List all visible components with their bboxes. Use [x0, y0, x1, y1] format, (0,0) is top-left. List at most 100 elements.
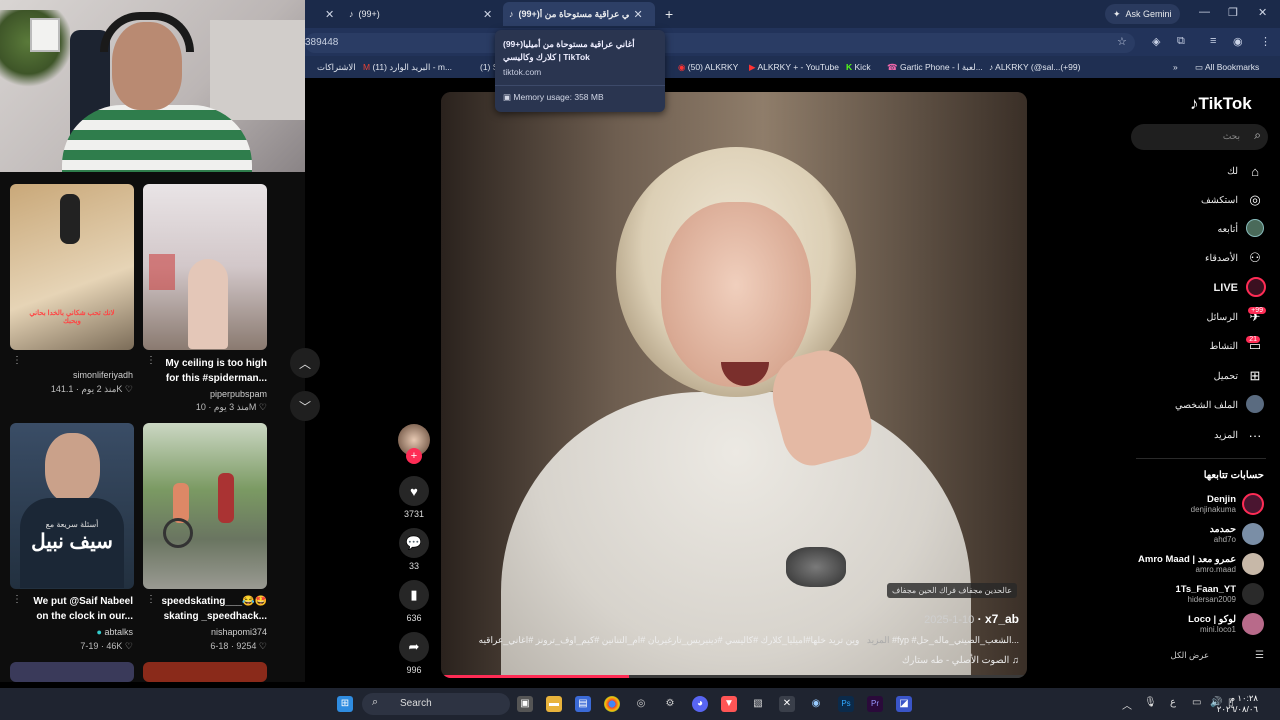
more-link[interactable]: المزيد: [867, 635, 890, 645]
see-all-button[interactable]: عرض الكل ☰: [1171, 650, 1264, 661]
media-controls-icon[interactable]: ≡: [1210, 35, 1216, 47]
following-account[interactable]: Loco | لوكو mini.loco1: [1188, 613, 1264, 635]
card-username[interactable]: ● abtalks: [97, 627, 133, 637]
tab-close-prev[interactable]: ✕: [325, 4, 334, 24]
taskbar-clock[interactable]: ١٠:٢٨ م ٢٠٢٦/٠٨/٠٦: [1217, 693, 1258, 715]
nav-item-upload[interactable]: تحميل ⊞: [1214, 367, 1264, 385]
premiere-icon[interactable]: Pr: [867, 696, 883, 712]
chrome-menu-icon[interactable]: ⋮: [1260, 35, 1271, 48]
profile-avatar-icon[interactable]: ◉: [1233, 35, 1243, 48]
extension-icon-1[interactable]: ◈: [1152, 35, 1160, 48]
video-sound[interactable]: الصوت الأصلي - طه ستارك ♫: [902, 655, 1019, 666]
card-caption-2[interactable]: on the clock in our...: [36, 610, 133, 624]
store-icon[interactable]: ▤: [575, 696, 591, 712]
microphone-icon[interactable]: 🎙: [1144, 697, 1157, 708]
tiktok-icon: ♪: [989, 62, 994, 72]
video-progress-bar[interactable]: [441, 675, 1027, 678]
address-bar[interactable]: 389448: [305, 33, 1135, 53]
capcut-icon[interactable]: ✕: [779, 696, 795, 712]
card-caption-2[interactable]: skating _speedhack...: [164, 610, 267, 624]
close-window-button[interactable]: ✕: [1258, 6, 1267, 19]
restore-button[interactable]: ❐: [1228, 6, 1238, 19]
following-account[interactable]: Amro Maad | عمرو معد amro.maad: [1138, 553, 1264, 575]
photoshop-icon[interactable]: Ps: [838, 696, 854, 712]
video-thumbnail[interactable]: [143, 423, 267, 589]
extensions-puzzle-icon[interactable]: ⧉: [1177, 35, 1185, 48]
new-tab-button[interactable]: +: [665, 4, 673, 24]
more-options-icon[interactable]: ⋮: [12, 355, 22, 366]
bookmark-item[interactable]: ◉ (50) ALKRKY: [678, 62, 738, 73]
more-options-icon[interactable]: ⋮: [12, 594, 22, 605]
card-username[interactable]: simonliferiyadh: [73, 370, 133, 380]
next-video-button[interactable]: ﹀: [290, 391, 320, 421]
nav-item-following[interactable]: أتابعه: [1218, 218, 1264, 238]
app-icon-3[interactable]: ◪: [896, 696, 912, 712]
tab-close-button[interactable]: ✕: [483, 4, 492, 24]
tab-close-icon[interactable]: ✕: [634, 8, 643, 21]
search-input[interactable]: بحث ⌕: [1131, 124, 1268, 150]
save-button[interactable]: ▮ 636: [398, 580, 430, 623]
bookmark-item[interactable]: K Kick: [846, 62, 871, 72]
ask-gemini-button[interactable]: ✦ Ask Gemini: [1105, 4, 1180, 24]
video-thumbnail[interactable]: لانك تحب شكاني بالخدا بحاني وبحبك: [10, 184, 134, 350]
obs-icon[interactable]: ◎: [633, 696, 649, 712]
minimize-button[interactable]: —: [1199, 6, 1210, 18]
nav-item-for-you[interactable]: لك ⌂: [1227, 162, 1264, 180]
steam-icon[interactable]: ◉: [808, 696, 824, 712]
bookmark-item[interactable]: ♪ ALKRKY (@sal...(+99): [989, 62, 1080, 72]
language-indicator[interactable]: ع: [1170, 697, 1176, 708]
task-view-icon[interactable]: ▣: [517, 696, 533, 712]
search-icon[interactable]: ⌕: [1254, 128, 1261, 143]
brave-icon[interactable]: ▼: [721, 696, 737, 712]
nav-item-profile[interactable]: الملف الشخصي: [1175, 394, 1264, 414]
bookmark-item[interactable]: M (11) البريد الوارد - m...: [363, 62, 452, 73]
creator-avatar-button[interactable]: +: [398, 424, 430, 466]
nav-item-explore[interactable]: استكشف ◎: [1201, 191, 1264, 209]
card-username[interactable]: nishapomi374: [211, 627, 267, 637]
more-options-icon[interactable]: ⋮: [146, 594, 156, 605]
comment-button[interactable]: 💬 33: [398, 528, 430, 571]
video-thumbnail[interactable]: [143, 184, 267, 350]
taskbar-search[interactable]: ⌕ Search: [362, 693, 510, 715]
chrome-icon[interactable]: [604, 696, 620, 712]
bookmark-star-icon[interactable]: ☆: [1117, 35, 1127, 48]
video-player[interactable]: عالحدين مجفاف فراك الحين مجفاف 2025-1-10…: [441, 92, 1027, 678]
video-thumbnail[interactable]: أسئلة سريعة مع سيف نبيل: [10, 423, 134, 589]
tab-inactive[interactable]: ♪ (99+): [349, 4, 380, 24]
following-account[interactable]: 1Ts_Faan_YT hidersan2009: [1175, 583, 1264, 605]
card-caption-2[interactable]: for this #spiderman...: [166, 372, 267, 386]
avatar: [1242, 613, 1264, 635]
following-account[interactable]: Denjin denjinakuma: [1191, 493, 1264, 515]
tab-active[interactable]: ♪ (99+)أغاني عراقية مستوحاة من أ... ✕: [503, 2, 655, 26]
follow-plus-icon[interactable]: +: [406, 448, 422, 464]
file-explorer-icon[interactable]: ▬: [546, 696, 562, 712]
nav-item-more[interactable]: المزيد ···: [1214, 426, 1264, 444]
bookmark-item[interactable]: ▶ ALKRKY + - YouTube: [749, 62, 839, 73]
bookmarks-overflow-icon[interactable]: »: [1173, 62, 1178, 72]
bookmark-item[interactable]: ☎ Gartic Phone - لعبة ا...: [887, 62, 983, 73]
video-username[interactable]: x7_ab: [985, 612, 1019, 626]
all-bookmarks-button[interactable]: ▭ All Bookmarks: [1195, 62, 1259, 73]
network-icon[interactable]: ▭: [1192, 697, 1201, 708]
tiktok-logo[interactable]: ♪TikTok: [1190, 94, 1252, 114]
following-account[interactable]: حمدمد ahd7o: [1210, 523, 1264, 545]
nav-item-live[interactable]: LIVE: [1214, 276, 1266, 297]
card-caption-1[interactable]: My ceiling is too high: [165, 357, 267, 371]
video-thumbnail[interactable]: [143, 662, 267, 682]
windows-start-icon[interactable]: ⊞: [337, 696, 353, 712]
card-caption-1[interactable]: We put @Saif Nabeel: [33, 595, 133, 609]
app-icon[interactable]: ⚙: [662, 696, 678, 712]
like-button[interactable]: ♥ 3731: [398, 476, 430, 519]
card-caption-1[interactable]: speedskating___😂🤩: [162, 595, 268, 609]
tray-overflow-icon[interactable]: ︿: [1122, 697, 1132, 712]
discord-icon[interactable]: ◕: [692, 696, 708, 712]
nav-item-friends[interactable]: الأصدقاء ⚇: [1205, 249, 1264, 267]
video-thumbnail[interactable]: [10, 662, 134, 682]
previous-video-button[interactable]: ︿: [290, 348, 320, 378]
tooltip-memory: ▣ Memory usage: 358 MB: [503, 92, 604, 103]
bookmark-item[interactable]: الاشتراكات: [317, 62, 356, 73]
more-options-icon[interactable]: ⋮: [146, 355, 156, 366]
share-button[interactable]: ➦ 996: [398, 632, 430, 675]
card-username[interactable]: piperpubspam: [210, 389, 267, 399]
app-icon-2[interactable]: ▧: [750, 696, 766, 712]
